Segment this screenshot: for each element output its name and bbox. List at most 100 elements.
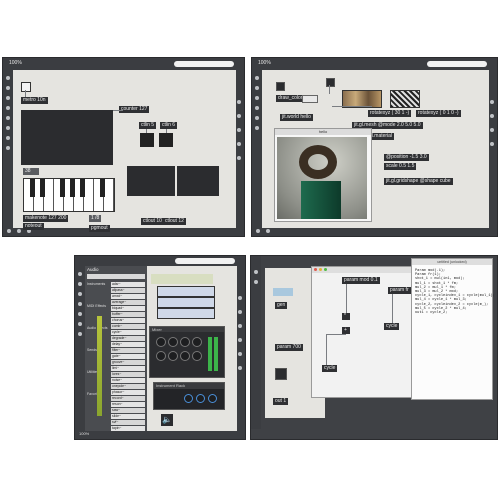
patcher-canvas[interactable]: Mixer Instrument Rack 🔈 xyxy=(147,266,237,431)
browser-list-item[interactable]: delay~ xyxy=(111,342,145,347)
ctlin-object-2[interactable]: ctlin 6 xyxy=(160,122,178,129)
right-tool-icon[interactable] xyxy=(237,128,241,132)
ctlin-object-1[interactable]: ctlin 5 xyxy=(139,122,157,129)
left-tool-icon[interactable] xyxy=(78,282,82,286)
ezdac-button[interactable] xyxy=(275,368,287,380)
param-mod-object[interactable]: param mod 0.1 xyxy=(342,277,380,284)
out-object[interactable]: out 1 xyxy=(273,398,289,405)
right-tool-icon[interactable] xyxy=(237,156,241,160)
rack-knob[interactable] xyxy=(184,394,193,403)
button-object[interactable] xyxy=(326,78,335,87)
browser-list-item[interactable]: noise~ xyxy=(111,378,145,383)
mixer-knob[interactable] xyxy=(180,351,190,361)
browser-list-item[interactable]: lores~ xyxy=(111,372,145,377)
right-tool-icon[interactable] xyxy=(237,114,241,118)
gen-window[interactable]: param mod 0.1 param fr * + cycle cycle xyxy=(311,266,413,398)
bottom-tool-icon[interactable] xyxy=(266,229,270,233)
keyboard[interactable] xyxy=(23,178,115,212)
bottom-tool-icon[interactable] xyxy=(17,229,21,233)
browser-list-item[interactable]: biquad~ xyxy=(111,306,145,311)
world-object[interactable]: jit.world hello xyxy=(280,114,313,121)
right-tool-icon[interactable] xyxy=(237,142,241,146)
browser-search[interactable] xyxy=(87,274,145,279)
makenote-object[interactable]: makenote 127 200 xyxy=(23,215,69,222)
window-zoom-icon[interactable] xyxy=(324,268,327,271)
zoom-label[interactable]: 100% xyxy=(9,60,22,66)
browser-list-item[interactable]: adsr~ xyxy=(111,282,145,287)
audio-clip-3[interactable] xyxy=(157,308,215,319)
color-swatch[interactable] xyxy=(302,95,318,103)
number-box-2[interactable]: 1 /8 xyxy=(89,215,102,222)
mixer-knob[interactable] xyxy=(156,351,166,361)
position-object[interactable]: @position -1.5 3.0 xyxy=(384,154,429,161)
mixer-knob[interactable] xyxy=(168,337,178,347)
browser-list-item[interactable]: degrade~ xyxy=(111,336,145,341)
search-input[interactable] xyxy=(174,61,234,67)
right-tool-icon[interactable] xyxy=(238,324,242,328)
left-tool-icon[interactable] xyxy=(78,312,82,316)
noteout-object[interactable]: noteout xyxy=(23,223,44,230)
param-vol-object[interactable]: param 700 xyxy=(275,344,303,351)
browser-list-item[interactable]: chorus~ xyxy=(111,318,145,323)
left-tool-icon[interactable] xyxy=(6,146,10,150)
pgmout-object[interactable]: pgmout xyxy=(89,225,110,232)
param-fr-object[interactable]: param fr xyxy=(388,287,411,294)
right-tool-icon[interactable] xyxy=(238,338,242,342)
window-close-icon[interactable] xyxy=(314,268,317,271)
left-tool-icon[interactable] xyxy=(78,292,82,296)
left-tool-icon[interactable] xyxy=(6,106,10,110)
ctlout-object-1[interactable]: ctlout 10 xyxy=(141,218,164,225)
cycle-object-2[interactable]: cycle xyxy=(322,365,338,372)
lock-icon[interactable] xyxy=(7,229,11,233)
left-tool-icon[interactable] xyxy=(78,272,82,276)
mixer-device[interactable]: Mixer xyxy=(149,326,225,378)
window-minimize-icon[interactable] xyxy=(319,268,322,271)
draw-color-object[interactable]: draw_color xyxy=(276,95,305,102)
dial-1[interactable] xyxy=(140,133,154,147)
cycle-object-1[interactable]: cycle xyxy=(384,323,400,330)
left-tool-icon[interactable] xyxy=(6,96,10,100)
left-tool-icon[interactable] xyxy=(255,96,259,100)
audio-clip-1[interactable] xyxy=(157,286,215,297)
left-tool-icon[interactable] xyxy=(78,302,82,306)
code-window[interactable]: untitled (unlocked) Param mod(.1); Param … xyxy=(411,258,495,400)
toggle-button[interactable] xyxy=(21,82,31,92)
browser-list-item[interactable]: average~ xyxy=(111,300,145,305)
metro-object[interactable]: metro 10n xyxy=(21,97,48,104)
multislider[interactable] xyxy=(21,110,113,165)
search-input[interactable] xyxy=(427,61,487,67)
code-editor[interactable]: Param mod(.1); Param fr(1); shot_1 = mul(i… xyxy=(415,269,495,315)
left-tool-icon[interactable] xyxy=(78,332,82,336)
number-box[interactable]: 38 xyxy=(23,168,39,175)
browser-list-item[interactable]: svf~ xyxy=(111,420,145,425)
right-tool-icon[interactable] xyxy=(490,128,494,132)
rotatexyz-object-2[interactable]: rotatexyz ( 0 1 0 -) xyxy=(416,110,461,117)
left-tool-icon[interactable] xyxy=(6,86,10,90)
left-tool-icon[interactable] xyxy=(255,86,259,90)
browser-list-item[interactable]: buffer~ xyxy=(111,312,145,317)
mixer-knob[interactable] xyxy=(192,337,202,347)
right-tool-icon[interactable] xyxy=(238,296,242,300)
browser-list-item[interactable]: saw~ xyxy=(111,408,145,413)
mixer-knob[interactable] xyxy=(156,337,166,347)
right-tool-icon[interactable] xyxy=(238,366,242,370)
left-tool-icon[interactable] xyxy=(6,126,10,130)
right-tool-icon[interactable] xyxy=(490,142,494,146)
right-tool-icon[interactable] xyxy=(238,310,242,314)
rack-knob[interactable] xyxy=(196,394,205,403)
browser-list-item[interactable]: groove~ xyxy=(111,360,145,365)
left-tool-icon[interactable] xyxy=(78,322,82,326)
browser-list-item[interactable]: phasor~ xyxy=(111,390,145,395)
browser-list-item[interactable]: slide~ xyxy=(111,414,145,419)
gridshape-object[interactable]: jit.gl.gridshape @shape cube xyxy=(384,178,453,185)
instrument-rack[interactable]: Instrument Rack xyxy=(153,382,225,410)
ctlout-object-2[interactable]: ctlout 12 xyxy=(163,218,186,225)
browser-list-item[interactable]: amxd~ xyxy=(111,294,145,299)
render-window[interactable]: hello xyxy=(274,128,372,222)
left-tool-icon[interactable] xyxy=(255,106,259,110)
mixer-knob[interactable] xyxy=(192,351,202,361)
left-tool-icon[interactable] xyxy=(255,76,259,80)
scale-object[interactable]: scale 0.5 1.5 xyxy=(384,163,417,170)
right-tool-icon[interactable] xyxy=(238,352,242,356)
browser-list-item[interactable]: tapin~ xyxy=(111,426,145,431)
